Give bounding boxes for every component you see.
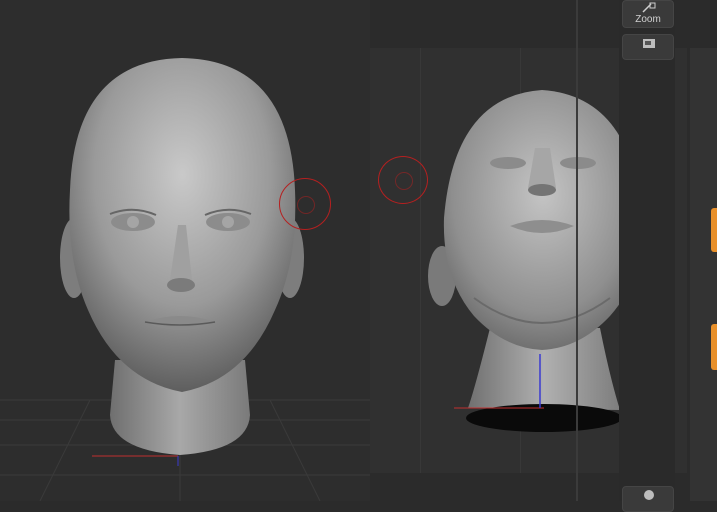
accent-tab-2[interactable] bbox=[711, 324, 717, 370]
shelf-strip bbox=[619, 0, 675, 501]
render-icon-bottom bbox=[644, 490, 654, 500]
zoom-icon bbox=[642, 2, 656, 13]
brush-cursor-ring bbox=[279, 178, 331, 230]
accent-tab-1[interactable] bbox=[711, 208, 717, 252]
zoom-button[interactable]: Zoom bbox=[622, 0, 674, 28]
front-viewport[interactable] bbox=[0, 0, 370, 502]
panel-separator bbox=[576, 0, 578, 501]
front-view-canvas[interactable] bbox=[0, 0, 370, 502]
render-icon bbox=[643, 39, 655, 48]
brush-cursor-ring-2 bbox=[378, 156, 428, 204]
render-button-bottom[interactable] bbox=[622, 486, 674, 512]
zoom-label: Zoom bbox=[635, 14, 661, 25]
head-sculpt-front bbox=[60, 58, 304, 455]
render-button[interactable] bbox=[622, 34, 674, 60]
right-edge-panel bbox=[690, 48, 717, 501]
